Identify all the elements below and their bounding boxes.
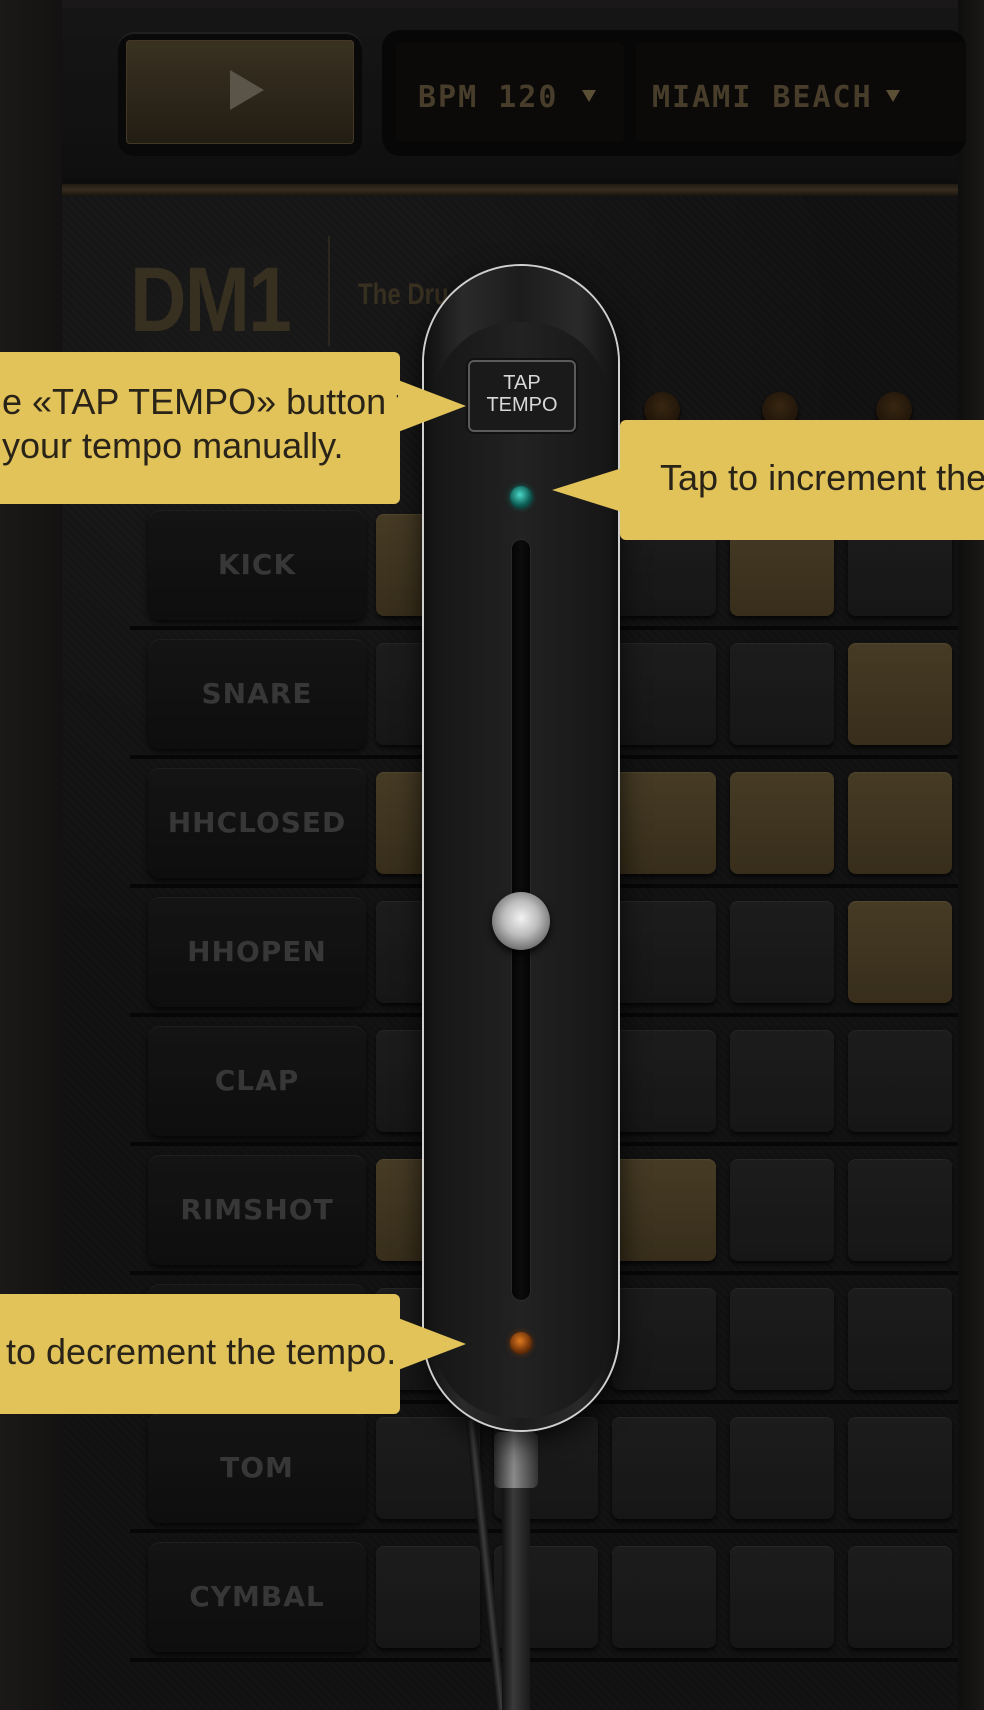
tempo-decrement-led[interactable] xyxy=(510,1332,532,1354)
tooltip-tap-tempo-line2: your tempo manually. xyxy=(2,425,344,466)
tooltip-tap-tempo-pointer xyxy=(398,380,466,432)
play-button[interactable] xyxy=(118,32,362,156)
step-pad[interactable] xyxy=(730,901,834,1003)
instrument-button[interactable]: SNARE xyxy=(148,639,366,749)
step-pad[interactable] xyxy=(730,772,834,874)
tap-tempo-button[interactable]: TAP TEMPO xyxy=(470,362,574,430)
tooltip-increment-pointer xyxy=(552,468,622,512)
left-background xyxy=(0,0,62,1710)
tooltip-tap-tempo: e «TAP TEMPO» button to your tempo manua… xyxy=(0,352,426,504)
tap-tempo-label-line1: TAP xyxy=(503,372,541,394)
instrument-button[interactable]: TOM xyxy=(148,1413,366,1523)
pattern-chevron-down-icon xyxy=(886,90,900,102)
instrument-button[interactable]: HHOPEN xyxy=(148,897,366,1007)
step-pad[interactable] xyxy=(612,1417,716,1519)
step-pad[interactable] xyxy=(730,1288,834,1390)
bpm-display: BPM 120 xyxy=(418,80,559,115)
cable-plug xyxy=(494,1432,538,1488)
play-button-face xyxy=(126,40,354,144)
tooltip-decrement-text: to decrement the tempo. xyxy=(6,1331,397,1372)
step-pad[interactable] xyxy=(612,901,716,1003)
logo-subtitle: The Dru xyxy=(358,278,449,311)
instrument-label: TOM xyxy=(220,1451,294,1484)
logo-divider xyxy=(328,236,330,346)
step-pad[interactable] xyxy=(848,772,952,874)
drum-machine-app: BPM 120 MIAMI BEACH DM1 The Dru KICK SNAR… xyxy=(0,0,984,1710)
instrument-label: HHOPEN xyxy=(187,935,327,968)
tooltip-increment: Tap to increment the te xyxy=(620,420,984,540)
step-pad[interactable] xyxy=(848,1159,952,1261)
right-background xyxy=(958,0,984,1710)
tooltip-tap-tempo-line1: e «TAP TEMPO» button to xyxy=(2,381,427,422)
instrument-label: KICK xyxy=(217,548,297,581)
tooltip-decrement-pointer xyxy=(398,1318,466,1370)
step-pad[interactable] xyxy=(612,1030,716,1132)
brass-trim xyxy=(62,184,958,196)
row-divider xyxy=(130,1529,958,1533)
step-pad[interactable] xyxy=(730,1546,834,1648)
tooltip-increment-text: Tap to increment the te xyxy=(660,457,984,498)
instrument-label: SNARE xyxy=(201,677,313,710)
lcd-display: BPM 120 MIAMI BEACH xyxy=(382,30,966,156)
instrument-label: CYMBAL xyxy=(189,1580,325,1613)
instrument-button[interactable]: RIMSHOT xyxy=(148,1155,366,1265)
step-pad[interactable] xyxy=(612,1546,716,1648)
tempo-slider-knob[interactable] xyxy=(492,892,550,950)
step-pad[interactable] xyxy=(848,1417,952,1519)
instrument-button[interactable]: HHCLOSED xyxy=(148,768,366,878)
step-pad[interactable] xyxy=(612,1159,716,1261)
instrument-label: CLAP xyxy=(214,1064,300,1097)
step-pad[interactable] xyxy=(848,643,952,745)
step-pad[interactable] xyxy=(848,901,952,1003)
step-pad[interactable] xyxy=(730,1159,834,1261)
step-pad[interactable] xyxy=(848,1288,952,1390)
step-pad[interactable] xyxy=(376,1546,480,1648)
step-pad[interactable] xyxy=(612,1288,716,1390)
instrument-label: RIMSHOT xyxy=(180,1193,334,1226)
play-icon xyxy=(230,70,264,110)
step-pad[interactable] xyxy=(730,1417,834,1519)
step-pad[interactable] xyxy=(612,643,716,745)
pattern-display: MIAMI BEACH xyxy=(652,80,873,115)
row-divider xyxy=(130,1658,958,1662)
step-pad[interactable] xyxy=(848,1030,952,1132)
bpm-chevron-down-icon xyxy=(582,90,596,102)
step-pad[interactable] xyxy=(612,772,716,874)
pattern-selector[interactable]: MIAMI BEACH xyxy=(636,42,966,142)
tooltip-decrement: to decrement the tempo. xyxy=(0,1294,400,1414)
tempo-increment-led[interactable] xyxy=(510,486,532,508)
step-pad[interactable] xyxy=(848,1546,952,1648)
step-pad[interactable] xyxy=(730,1030,834,1132)
instrument-button[interactable]: CYMBAL xyxy=(148,1542,366,1652)
bpm-selector[interactable]: BPM 120 xyxy=(396,42,624,142)
step-pad[interactable] xyxy=(730,643,834,745)
instrument-button[interactable]: CLAP xyxy=(148,1026,366,1136)
tap-tempo-label-line2: TEMPO xyxy=(486,394,558,416)
instrument-button[interactable]: KICK xyxy=(148,510,366,620)
logo: DM1 xyxy=(130,249,292,351)
instrument-label: HHCLOSED xyxy=(167,806,347,839)
step-pad[interactable] xyxy=(376,1417,480,1519)
